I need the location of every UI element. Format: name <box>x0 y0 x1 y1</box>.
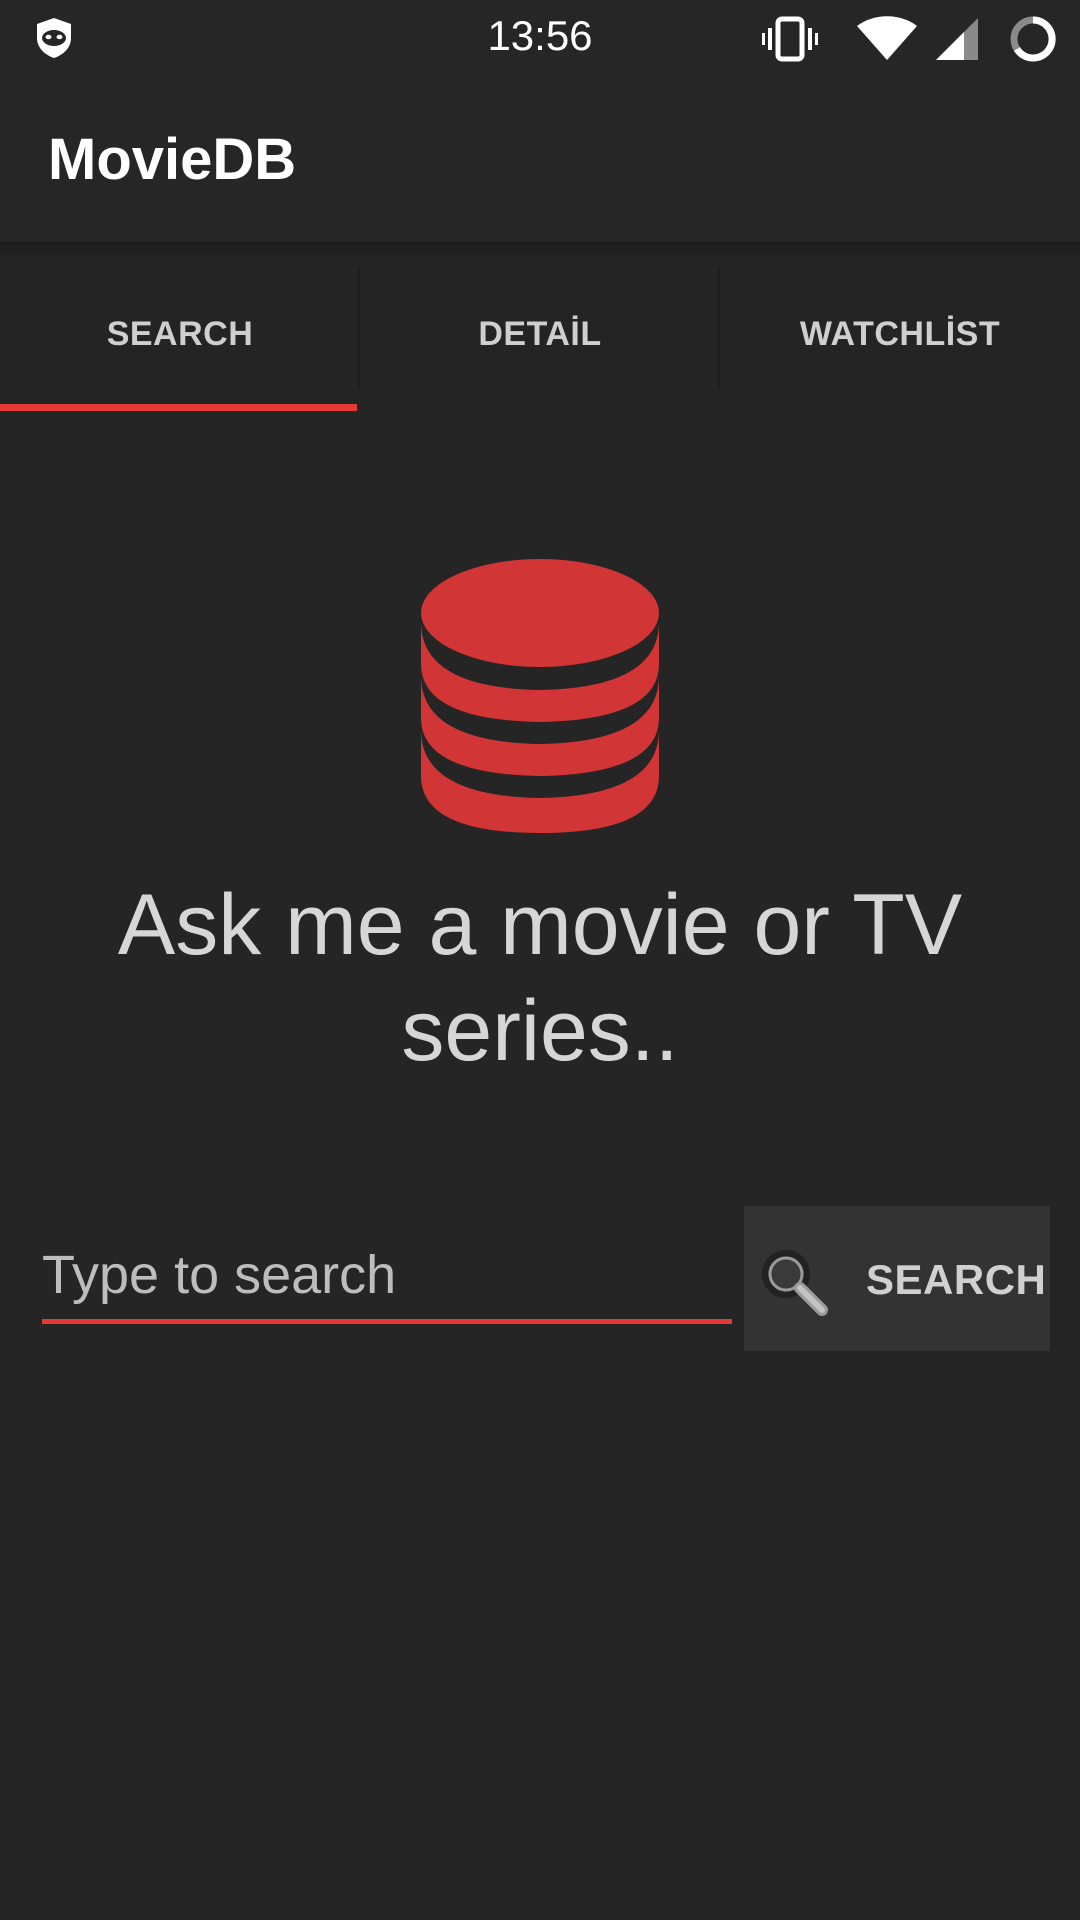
headline: Ask me a movie or TV series.. <box>117 877 963 1079</box>
search-icon <box>762 1250 828 1316</box>
tab-divider <box>358 268 360 388</box>
app-bar-shadow <box>0 242 1080 258</box>
tab-indicator <box>0 404 357 411</box>
search-input[interactable] <box>42 1235 732 1315</box>
tab-divider <box>718 268 720 388</box>
tab-search[interactable]: SEARCH <box>0 258 360 410</box>
database-icon <box>421 559 659 833</box>
cell-signal-icon <box>936 18 978 60</box>
search-button[interactable]: SEARCH <box>744 1206 1050 1351</box>
app-title: MovieDB <box>48 127 297 192</box>
app-bar: MovieDB <box>0 78 1080 242</box>
wifi-icon <box>857 16 917 60</box>
status-time: 13:56 <box>487 12 593 59</box>
search-field <box>42 1235 732 1325</box>
tab-watchlist[interactable]: WATCHLİST <box>720 258 1080 410</box>
tab-detail[interactable]: DETAİL <box>360 258 720 410</box>
tab-bar: SEARCH DETAİL WATCHLİST <box>0 258 1080 410</box>
status-bar: 13:56 <box>0 0 1080 78</box>
search-underline <box>42 1319 732 1324</box>
sync-ring-icon <box>1010 16 1056 62</box>
search-button-label: SEARCH <box>866 1256 1047 1303</box>
vibrate-icon <box>762 16 818 62</box>
